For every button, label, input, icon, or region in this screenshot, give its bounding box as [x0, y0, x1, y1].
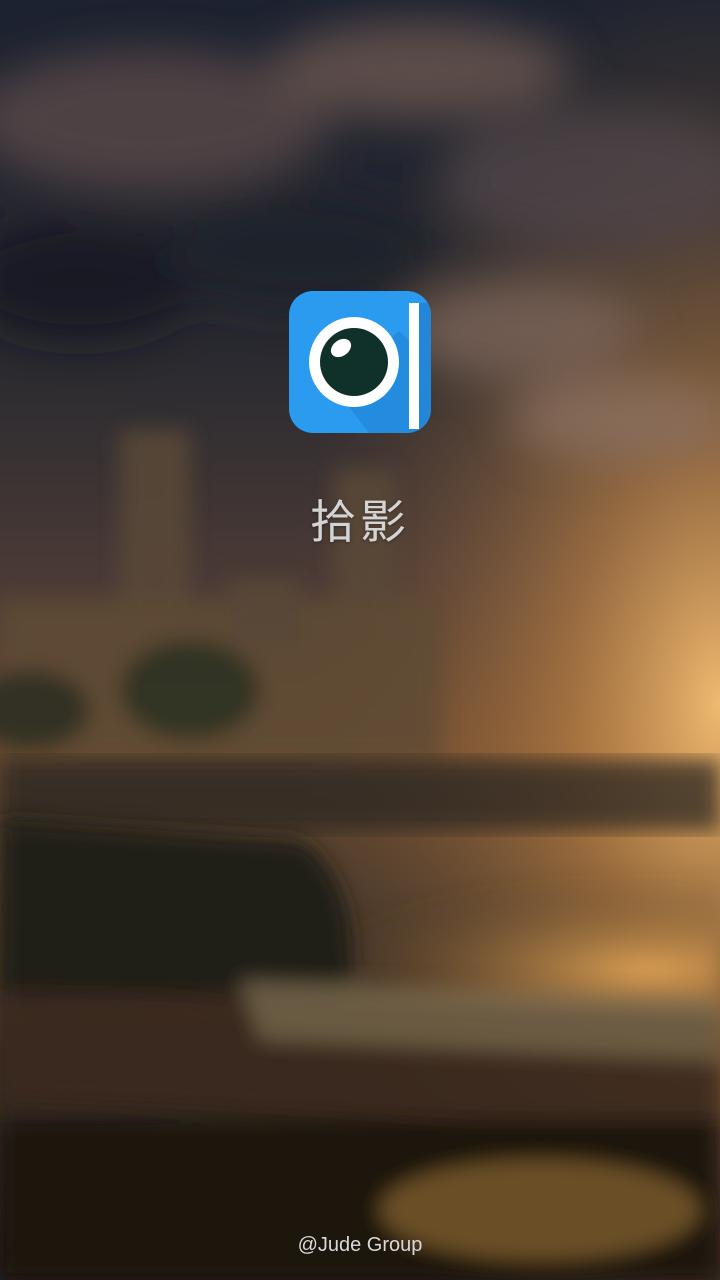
app-title: 拾影 — [310, 495, 410, 549]
splash-screen: 拾影 @Jude Group — [0, 0, 720, 1280]
app-logo-icon — [289, 291, 431, 433]
footer-credit: @Jude Group — [297, 1234, 423, 1256]
